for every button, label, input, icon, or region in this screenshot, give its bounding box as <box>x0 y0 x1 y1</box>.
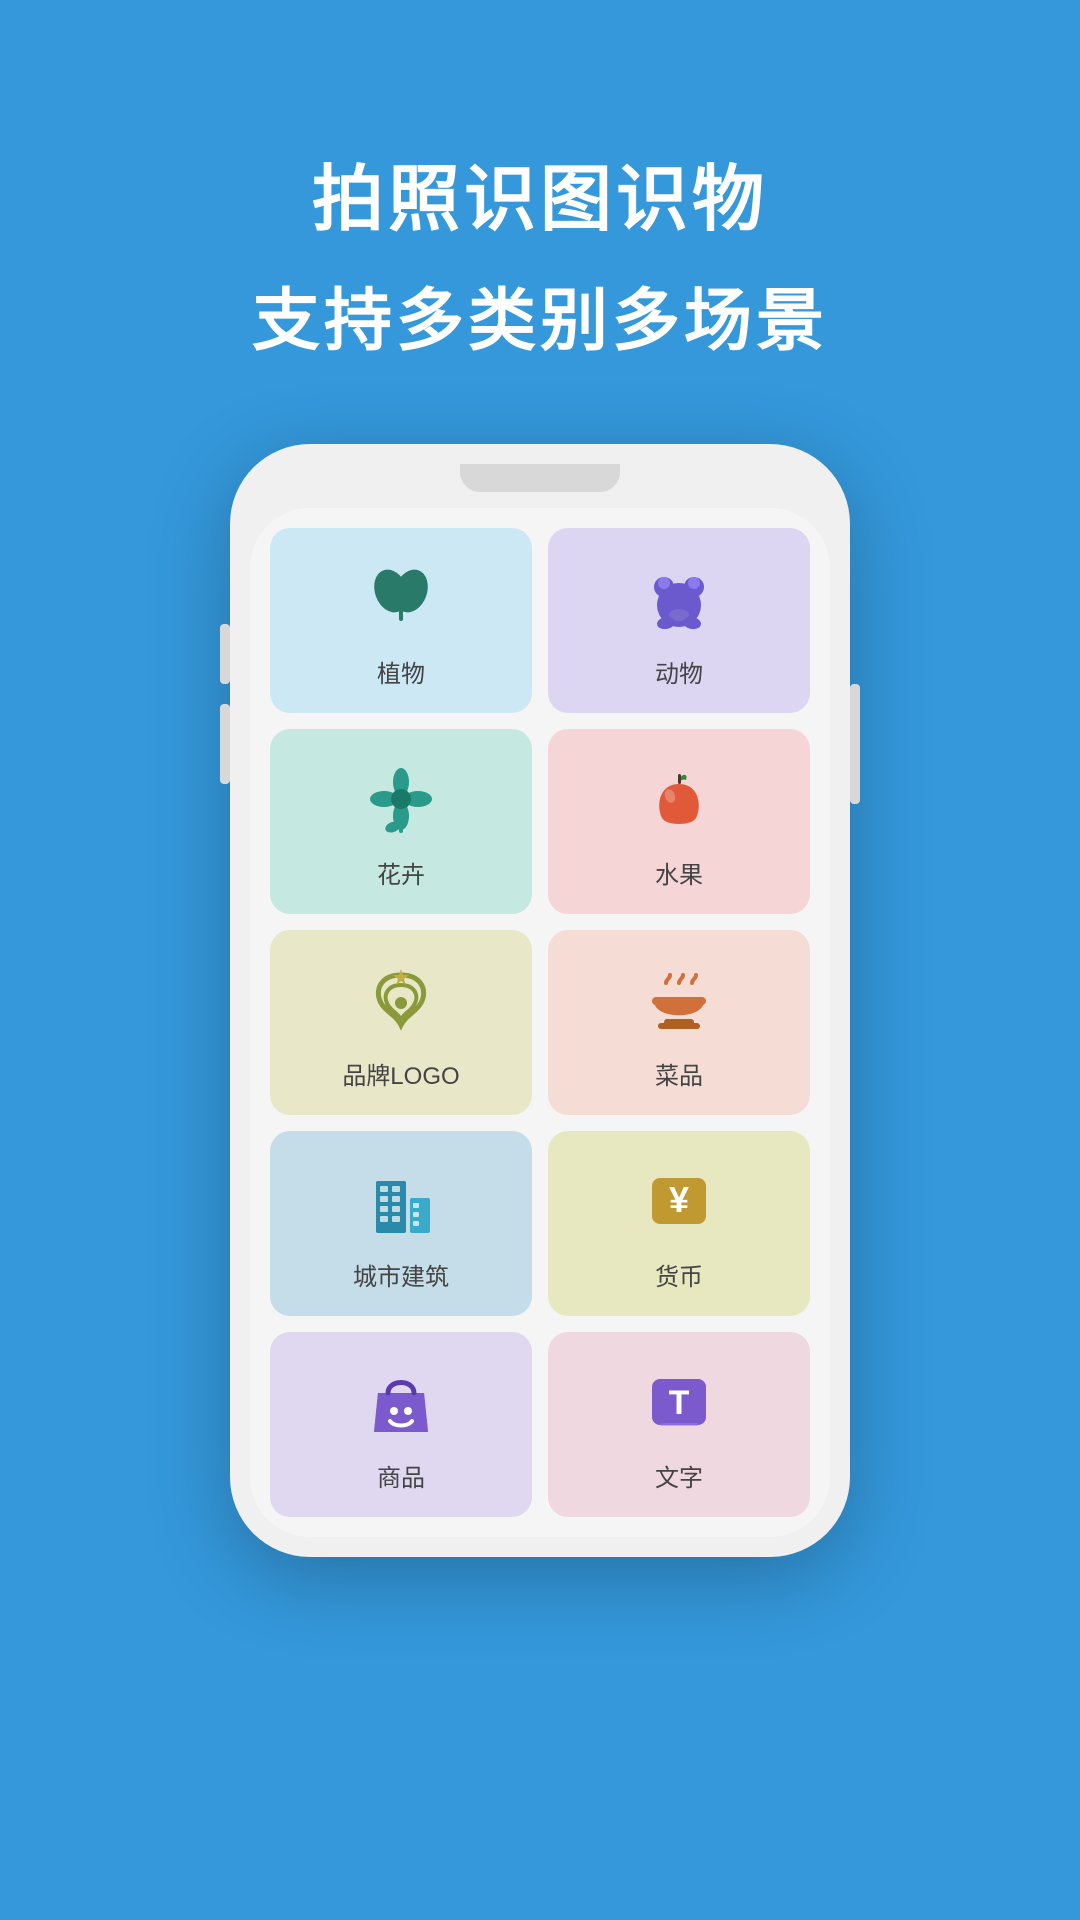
food-icon <box>639 960 719 1040</box>
grid-item-shopping[interactable]: 商品 <box>270 1332 532 1517</box>
category-grid: 植物 <box>270 528 810 1517</box>
building-label: 城市建筑 <box>353 1257 449 1292</box>
grid-item-animal[interactable]: 动物 <box>548 528 810 713</box>
svg-text:¥: ¥ <box>669 1179 689 1220</box>
phone-screen: 植物 <box>250 508 830 1537</box>
header-section: 拍照识图识物 支持多类别多场景 <box>0 0 1080 364</box>
text-icon: T <box>639 1362 719 1442</box>
phone-notch <box>460 464 620 492</box>
fruit-icon <box>639 759 719 839</box>
grid-item-building[interactable]: 城市建筑 <box>270 1131 532 1316</box>
grid-item-flower[interactable]: 花卉 <box>270 729 532 914</box>
header-line1: 拍照识图识物 <box>0 140 1080 245</box>
phone-wrapper: 植物 <box>0 444 1080 1557</box>
grid-item-logo[interactable]: 品牌LOGO <box>270 930 532 1115</box>
phone-btn-power <box>850 684 860 804</box>
grid-item-text[interactable]: T 文字 <box>548 1332 810 1517</box>
grid-item-food[interactable]: 菜品 <box>548 930 810 1115</box>
header-line2: 支持多类别多场景 <box>0 265 1080 364</box>
building-icon <box>361 1161 441 1241</box>
shopping-icon <box>361 1362 441 1442</box>
animal-icon <box>639 558 719 638</box>
logo-icon <box>361 960 441 1040</box>
grid-item-plant[interactable]: 植物 <box>270 528 532 713</box>
flower-icon <box>361 759 441 839</box>
plant-label: 植物 <box>377 654 425 689</box>
food-label: 菜品 <box>655 1056 703 1091</box>
currency-label: 货币 <box>655 1257 703 1292</box>
svg-text:T: T <box>669 1384 690 1422</box>
phone-frame: 植物 <box>230 444 850 1557</box>
grid-item-fruit[interactable]: 水果 <box>548 729 810 914</box>
phone-btn-volume-up <box>220 624 230 684</box>
flower-label: 花卉 <box>377 855 425 890</box>
currency-icon: ¥ <box>639 1161 719 1241</box>
fruit-label: 水果 <box>655 855 703 890</box>
text-label: 文字 <box>655 1458 703 1493</box>
logo-label: 品牌LOGO <box>342 1056 459 1091</box>
plant-icon <box>361 558 441 638</box>
grid-item-currency[interactable]: ¥ 货币 <box>548 1131 810 1316</box>
animal-label: 动物 <box>655 654 703 689</box>
shopping-label: 商品 <box>377 1458 425 1493</box>
phone-btn-volume-down <box>220 704 230 784</box>
